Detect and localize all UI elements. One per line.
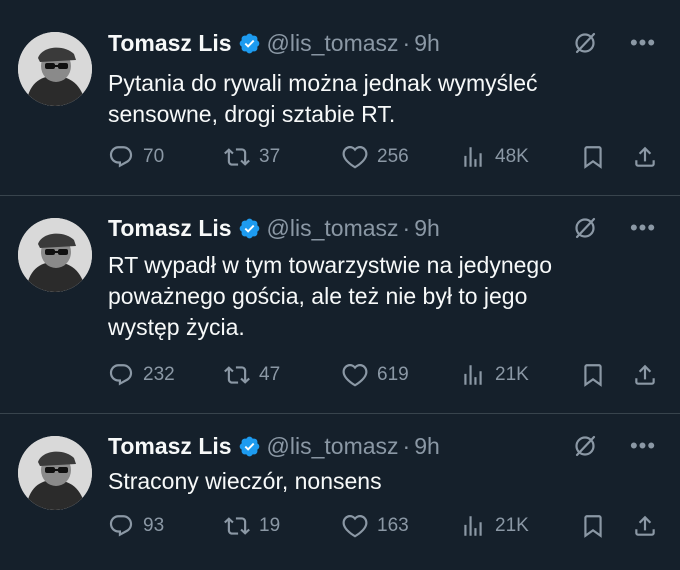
reply-button[interactable]: 232 [108, 360, 175, 390]
timestamp[interactable]: 9h [414, 215, 440, 242]
tweet[interactable]: Tomasz Lis @lis_tomasz · 9h ••• RT wypad… [0, 196, 680, 414]
tweet[interactable]: Tomasz Lis @lis_tomasz · 9h ••• Pytania … [0, 0, 680, 196]
share-icon [635, 515, 655, 536]
separator-dot: · [402, 29, 411, 56]
bookmark-icon [584, 515, 602, 538]
author-name[interactable]: Tomasz Lis [108, 30, 232, 57]
author-handle[interactable]: @lis_tomasz [267, 433, 399, 460]
verified-badge-icon [238, 217, 261, 240]
tweet[interactable]: Tomasz Lis @lis_tomasz · 9h ••• Stracony… [0, 414, 680, 570]
retweet-icon [224, 148, 250, 166]
tweet-text-line: RT wypadł w tym towarzystwie na jedynego [108, 252, 553, 278]
share-icon [635, 146, 655, 167]
retweet-icon [224, 366, 250, 384]
views-button[interactable]: 48K [460, 142, 529, 172]
avatar-image [18, 436, 92, 510]
tweet-text: RT wypadł w tym towarzystwie na jedynego… [108, 250, 656, 343]
tweet-header: Tomasz Lis @lis_tomasz · 9h ••• [108, 431, 660, 461]
bookmark-icon [584, 146, 602, 169]
tweet-actions: 93 19 163 21K [108, 511, 660, 541]
reply-icon [109, 515, 133, 537]
tweet-actions: 232 47 619 21K [108, 360, 660, 390]
author-handle[interactable]: @lis_tomasz [267, 30, 399, 57]
avatar-image [18, 218, 92, 292]
verified-badge-icon [238, 32, 261, 55]
avatar[interactable] [18, 436, 92, 510]
reply-button[interactable]: 70 [108, 142, 164, 172]
views-icon [464, 365, 482, 385]
reply-count: 70 [143, 146, 165, 167]
timestamp[interactable]: 9h [414, 433, 440, 460]
share-button[interactable] [632, 142, 658, 172]
like-button[interactable]: 619 [342, 360, 409, 390]
retweet-button[interactable]: 37 [224, 142, 280, 172]
views-icon [464, 147, 482, 167]
retweet-count: 37 [259, 146, 281, 167]
bookmark-button[interactable] [580, 142, 606, 172]
bookmark-button[interactable] [580, 511, 606, 541]
share-button[interactable] [632, 360, 658, 390]
heart-icon [342, 515, 368, 538]
tweet-actions: 70 37 256 48K [108, 142, 660, 172]
more-options-icon[interactable]: ••• [626, 431, 660, 461]
bookmark-button[interactable] [580, 360, 606, 390]
like-button[interactable]: 163 [342, 511, 409, 541]
separator-dot: · [402, 214, 411, 241]
views-button[interactable]: 21K [460, 360, 529, 390]
reply-icon [109, 364, 133, 386]
tweet-text: Stracony wieczór, nonsens [108, 466, 656, 497]
like-count: 256 [377, 146, 409, 167]
tweet-feed: Tomasz Lis @lis_tomasz · 9h ••• Pytania … [0, 0, 680, 570]
like-count: 619 [377, 364, 409, 385]
tweet-text-line: występ życia. [108, 314, 245, 340]
avatar[interactable] [18, 218, 92, 292]
views-icon [464, 516, 482, 536]
grok-icon[interactable] [572, 433, 598, 459]
verified-badge-icon [238, 435, 261, 458]
retweet-icon [224, 517, 250, 535]
retweet-count: 19 [259, 515, 281, 536]
tweet-text-line: Pytania do rywali można jednak wymyśleć [108, 70, 538, 96]
tweet-header: Tomasz Lis @lis_tomasz · 9h ••• [108, 28, 660, 58]
bookmark-icon [584, 364, 602, 387]
heart-icon [342, 146, 368, 169]
reply-count: 93 [143, 515, 165, 536]
like-count: 163 [377, 515, 409, 536]
retweet-count: 47 [259, 364, 281, 385]
more-options-icon[interactable]: ••• [626, 28, 660, 58]
tweet-text-line: Stracony wieczór, nonsens [108, 468, 382, 494]
share-icon [635, 364, 655, 385]
heart-icon [342, 364, 368, 387]
views-count: 48K [495, 146, 529, 167]
tweet-text-line: poważnego gościa, ale też nie był to jeg… [108, 283, 528, 309]
like-button[interactable]: 256 [342, 142, 409, 172]
author-handle[interactable]: @lis_tomasz [267, 215, 399, 242]
timestamp[interactable]: 9h [414, 30, 440, 57]
more-options-icon[interactable]: ••• [626, 213, 660, 243]
author-name[interactable]: Tomasz Lis [108, 215, 232, 242]
tweet-header: Tomasz Lis @lis_tomasz · 9h ••• [108, 213, 660, 243]
reply-icon [109, 146, 133, 168]
grok-icon[interactable] [572, 215, 598, 241]
tweet-text-line: sensowne, drogi sztabie RT. [108, 101, 396, 127]
tweet-text: Pytania do rywali można jednak wymyśleć … [108, 68, 656, 130]
views-button[interactable]: 21K [460, 511, 529, 541]
reply-count: 232 [143, 364, 175, 385]
grok-icon[interactable] [572, 30, 598, 56]
retweet-button[interactable]: 47 [224, 360, 280, 390]
views-count: 21K [495, 515, 529, 536]
author-name[interactable]: Tomasz Lis [108, 433, 232, 460]
retweet-button[interactable]: 19 [224, 511, 280, 541]
share-button[interactable] [632, 511, 658, 541]
avatar[interactable] [18, 32, 92, 106]
views-count: 21K [495, 364, 529, 385]
reply-button[interactable]: 93 [108, 511, 164, 541]
avatar-image [18, 32, 92, 106]
separator-dot: · [402, 432, 411, 459]
